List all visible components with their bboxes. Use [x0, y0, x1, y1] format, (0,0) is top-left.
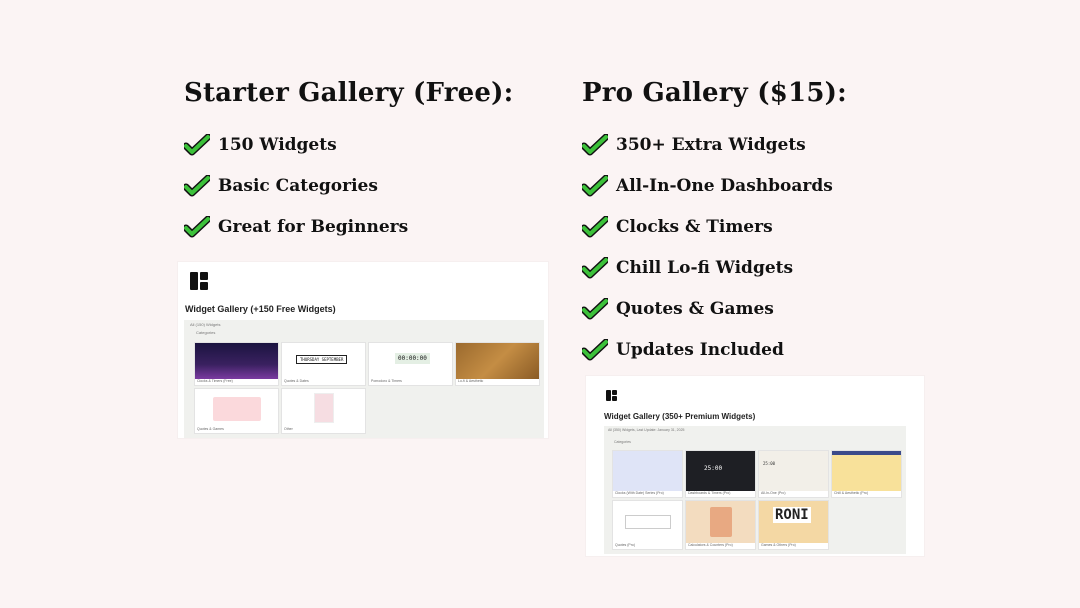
card-caption: Chill & Aesthetic (Pro) — [834, 491, 869, 495]
pro-feature-label: 350+ Extra Widgets — [616, 134, 806, 155]
pro-heading: Pro Gallery ($15): — [582, 78, 847, 108]
starter-feature-item: Basic Categories — [184, 165, 408, 206]
card-thumbnail: 25:00 — [686, 451, 755, 491]
card-caption: Clocks (With Date) Series (Pro) — [615, 491, 664, 495]
gallery-card[interactable]: 25:00 All-In-One (Pro) — [758, 450, 829, 498]
gallery-card[interactable]: Clocks (With Date) Series (Pro) — [612, 450, 683, 498]
thumbnail-text: 25:00 — [704, 465, 723, 472]
gallery-card[interactable]: Lo-fi & Aesthetic — [455, 342, 540, 386]
starter-feature-list: 150 Widgets Basic Categories Great for B… — [184, 124, 408, 247]
pro-feature-item: Clocks & Timers — [582, 206, 833, 247]
starter-feature-label: Great for Beginners — [218, 216, 409, 237]
card-caption: All-In-One (Pro) — [761, 491, 786, 495]
card-caption: Calculators & Counters (Pro) — [688, 543, 733, 547]
gallery-card[interactable]: RONI Games & Others (Pro) — [758, 500, 829, 550]
pro-feature-label: Chill Lo-fi Widgets — [616, 257, 794, 278]
gallery-card[interactable]: 25:00 Dashboards & Timers (Pro) — [685, 450, 756, 498]
gallery-card[interactable]: Clocks & Timers (Free) — [194, 342, 279, 386]
card-caption: Other — [284, 427, 293, 431]
card-thumbnail — [613, 501, 682, 543]
gallery-card[interactable]: THURSDAY SEPTEMBER Quotes & Dates — [281, 342, 366, 386]
card-caption: Quotes (Pro) — [615, 543, 636, 547]
gallery-card[interactable]: Quotes (Pro) — [612, 500, 683, 550]
thumbnail-text: THURSDAY SEPTEMBER — [296, 355, 348, 364]
thumbnail-text: 25:00 — [763, 461, 776, 466]
gallery-card[interactable]: Chill & Aesthetic (Pro) — [831, 450, 902, 498]
card-caption: Lo-fi & Aesthetic — [458, 379, 484, 383]
starter-heading: Starter Gallery (Free): — [184, 78, 514, 108]
card-caption: Dashboards & Timers (Pro) — [688, 491, 731, 495]
starter-feature-item: Great for Beginners — [184, 206, 408, 247]
pro-feature-label: All-In-One Dashboards — [616, 175, 833, 196]
checkmark-icon — [184, 215, 210, 238]
starter-feature-item: 150 Widgets — [184, 124, 408, 165]
card-thumbnail — [195, 389, 278, 427]
board-label: All (350) Widgets, Last Update: January … — [608, 428, 685, 432]
pro-feature-label: Updates Included — [616, 339, 784, 360]
card-thumbnail: THURSDAY SEPTEMBER — [282, 343, 365, 379]
starter-gallery-screenshot: Widget Gallery (+150 Free Widgets) All (… — [178, 262, 548, 438]
checkmark-icon — [582, 215, 608, 238]
card-thumbnail: 25:00 — [759, 451, 828, 491]
thumbnail-text: RONI — [773, 507, 811, 523]
pro-feature-label: Quotes & Games — [616, 298, 774, 319]
card-thumbnail — [282, 389, 365, 427]
grid-logo-icon — [190, 272, 208, 290]
gallery-card[interactable]: Other — [281, 388, 366, 434]
board-label: All (150) Widgets — [190, 322, 221, 327]
gallery-card[interactable]: Calculators & Counters (Pro) — [685, 500, 756, 550]
pro-feature-item: Quotes & Games — [582, 288, 833, 329]
pro-feature-item: Chill Lo-fi Widgets — [582, 247, 833, 288]
pro-feature-list: 350+ Extra Widgets All-In-One Dashboards… — [582, 124, 833, 370]
card-thumbnail — [832, 451, 901, 491]
board-sublabel: Categories — [614, 440, 631, 444]
card-thumbnail — [686, 501, 755, 543]
card-thumbnail — [195, 343, 278, 379]
thumbnail-text: 00:00:00 — [395, 353, 430, 364]
card-thumbnail — [456, 343, 539, 379]
card-thumbnail — [613, 451, 682, 491]
pro-feature-item: Updates Included — [582, 329, 833, 370]
checkmark-icon — [582, 174, 608, 197]
grid-logo-icon — [606, 390, 617, 401]
checkmark-icon — [582, 297, 608, 320]
checkmark-icon — [184, 133, 210, 156]
gallery-card[interactable]: 00:00:00 Pomodoro & Timers — [368, 342, 453, 386]
pro-feature-label: Clocks & Timers — [616, 216, 773, 237]
pro-feature-item: All-In-One Dashboards — [582, 165, 833, 206]
gallery-card[interactable]: Quotes & Games — [194, 388, 279, 434]
checkmark-icon — [582, 256, 608, 279]
pro-gallery-title: Widget Gallery (350+ Premium Widgets) — [604, 412, 756, 421]
card-thumbnail: RONI — [759, 501, 828, 543]
starter-gallery-title: Widget Gallery (+150 Free Widgets) — [185, 304, 336, 314]
card-caption: Quotes & Games — [197, 427, 224, 431]
starter-gallery-board: All (150) Widgets Categories Clocks & Ti… — [184, 320, 544, 438]
card-caption: Pomodoro & Timers — [371, 379, 402, 383]
pro-gallery-screenshot: Widget Gallery (350+ Premium Widgets) Al… — [586, 376, 924, 556]
card-thumbnail: 00:00:00 — [369, 343, 452, 379]
checkmark-icon — [582, 133, 608, 156]
checkmark-icon — [582, 338, 608, 361]
board-sublabel: Categories — [196, 330, 216, 335]
card-caption: Quotes & Dates — [284, 379, 309, 383]
card-caption: Clocks & Timers (Free) — [197, 379, 233, 383]
card-caption: Games & Others (Pro) — [761, 543, 796, 547]
starter-feature-label: 150 Widgets — [218, 134, 337, 155]
pro-gallery-board: All (350) Widgets, Last Update: January … — [604, 426, 906, 554]
starter-feature-label: Basic Categories — [218, 175, 378, 196]
checkmark-icon — [184, 174, 210, 197]
pro-feature-item: 350+ Extra Widgets — [582, 124, 833, 165]
